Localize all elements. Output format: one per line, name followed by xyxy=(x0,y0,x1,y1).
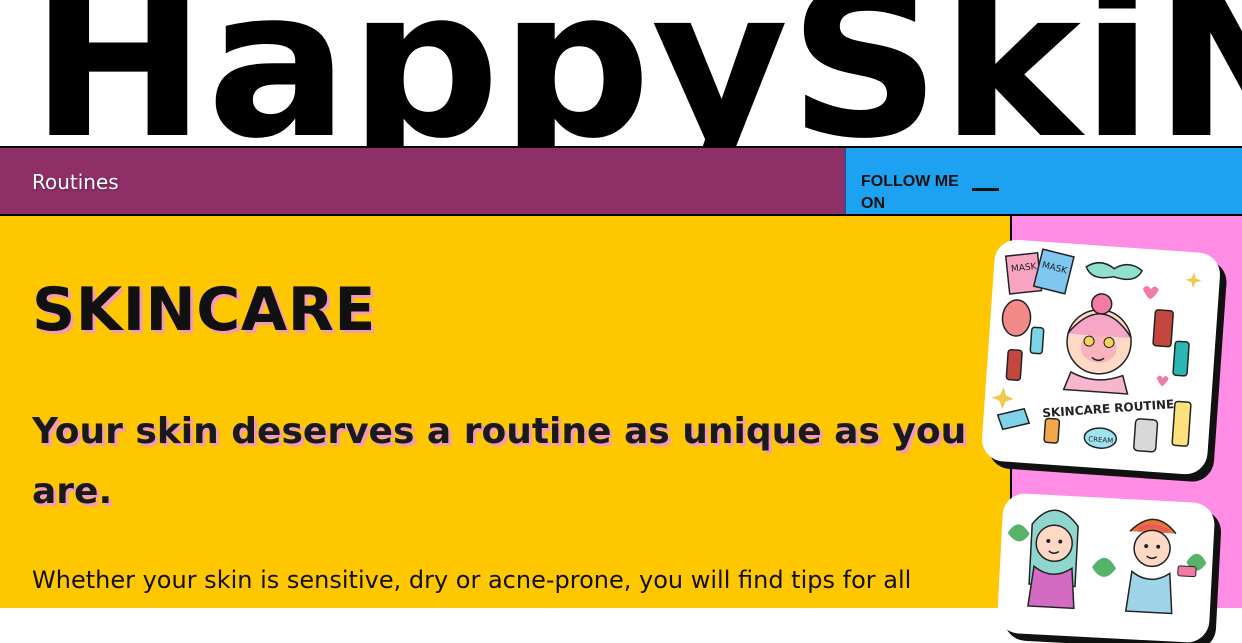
hero-section: SKINCARE Your skin deserves a routine as… xyxy=(0,216,1010,608)
site-header: HappySkiN xyxy=(0,0,1242,146)
follow-panel: FOLLOW ME ON xyxy=(845,148,1242,214)
hero-subtitle: Your skin deserves a routine as unique a… xyxy=(32,411,967,512)
illustration-caption: SKINCARE ROUTINE xyxy=(1042,397,1175,420)
nav-left-panel: Routines xyxy=(0,148,845,214)
skincare-people-illustration xyxy=(996,492,1216,643)
happyskin-logo[interactable]: HappySkiN xyxy=(0,0,1242,146)
logo-text: HappySkiN xyxy=(30,0,1242,146)
skincare-routine-illustration: MASK MASK CREAM SKINCARE ROUTINE xyxy=(980,238,1222,476)
nav-link-routines[interactable]: Routines xyxy=(32,170,119,194)
page-title: SKINCARE xyxy=(32,275,376,345)
hero-body-text: Whether your skin is sensitive, dry or a… xyxy=(32,566,912,594)
nav-bar: Routines FOLLOW ME ON xyxy=(0,146,1242,216)
follow-label: FOLLOW ME ON xyxy=(861,173,959,212)
social-link-placeholder[interactable] xyxy=(972,188,999,191)
cream-jar-label: CREAM xyxy=(1088,435,1114,445)
